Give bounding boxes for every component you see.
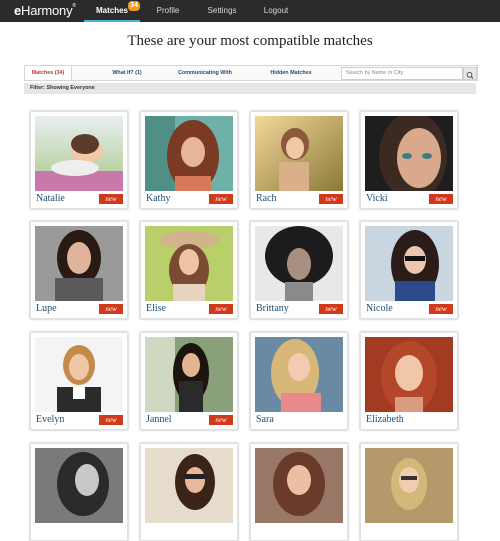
match-name[interactable]: Sara [256, 414, 274, 425]
tab-what-if[interactable]: What If? (1) [95, 66, 159, 80]
search-icon [466, 71, 474, 79]
profile-photo[interactable] [145, 226, 233, 301]
match-card[interactable]: Natalie new [30, 111, 128, 209]
new-badge: new [209, 415, 233, 425]
match-name[interactable]: Nicole [366, 303, 393, 314]
nav-logout[interactable]: Logout [254, 0, 298, 22]
match-name[interactable]: Rach [256, 193, 277, 204]
match-name[interactable]: Lupe [36, 303, 57, 314]
match-name[interactable]: Elise [146, 303, 166, 314]
search-button[interactable] [463, 67, 477, 80]
match-card[interactable]: Rach new [250, 111, 348, 209]
match-card[interactable]: Brittany new [250, 221, 348, 319]
match-card[interactable]: Vicki new [360, 111, 458, 209]
nav-profile[interactable]: Profile [146, 0, 190, 22]
new-badge: new [429, 194, 453, 204]
eharmony-logo[interactable]: eHarmony® [14, 3, 76, 18]
profile-photo[interactable] [365, 226, 453, 301]
match-card[interactable]: Sara [250, 332, 348, 430]
profile-photo[interactable] [35, 226, 123, 301]
profile-photo[interactable] [35, 448, 123, 523]
profile-photo[interactable] [145, 448, 233, 523]
new-badge: new [99, 304, 123, 314]
match-card[interactable]: Lupe new [30, 221, 128, 319]
match-card[interactable]: Evelyn new [30, 332, 128, 430]
tab-communicating-with[interactable]: Communicating With [165, 66, 245, 80]
match-name[interactable]: Jannel [146, 414, 172, 425]
profile-photo[interactable] [365, 337, 453, 412]
page-title: These are your most compatible matches [127, 33, 373, 49]
profile-photo[interactable] [255, 337, 343, 412]
match-name[interactable]: Vicki [366, 193, 388, 204]
profile-photo[interactable] [365, 448, 453, 523]
match-name[interactable]: Evelyn [36, 414, 64, 425]
matches-count-badge: 34 [128, 1, 140, 11]
match-card[interactable]: Kathy new [140, 111, 238, 209]
new-badge: new [209, 194, 233, 204]
profile-photo[interactable] [365, 116, 453, 191]
tab-hidden-matches[interactable]: Hidden Matches [257, 66, 325, 80]
profile-photo[interactable] [35, 337, 123, 412]
profile-photo[interactable] [145, 337, 233, 412]
profile-photo[interactable] [35, 116, 123, 191]
profile-photo[interactable] [255, 226, 343, 301]
match-name[interactable]: Natalie [36, 193, 65, 204]
new-badge: new [209, 304, 233, 314]
match-card[interactable]: Elizabeth [360, 332, 458, 430]
new-badge: new [429, 304, 453, 314]
new-badge: new [319, 194, 343, 204]
new-badge: new [319, 304, 343, 314]
match-card[interactable]: Elise new [140, 221, 238, 319]
match-card[interactable]: Jannel new [140, 332, 238, 430]
match-name[interactable]: Kathy [146, 193, 170, 204]
search-input[interactable]: Search by Name or City [341, 67, 463, 80]
profile-photo[interactable] [255, 116, 343, 191]
profile-photo[interactable] [145, 116, 233, 191]
new-badge: new [99, 415, 123, 425]
match-card[interactable] [250, 443, 348, 541]
top-nav-bar: eHarmony® Matches 34 Profile Settings Lo… [0, 0, 500, 22]
profile-photo[interactable] [255, 448, 343, 523]
match-tabs: Matches (34) What If? (1) Communicating … [24, 65, 478, 81]
match-card[interactable]: Nicole new [360, 221, 458, 319]
match-card[interactable] [30, 443, 128, 541]
nav-settings[interactable]: Settings [200, 0, 244, 22]
match-card[interactable] [140, 443, 238, 541]
match-name[interactable]: Elizabeth [366, 414, 404, 425]
match-name[interactable]: Brittany [256, 303, 289, 314]
tab-matches[interactable]: Matches (34) [25, 66, 72, 80]
match-card[interactable] [360, 443, 458, 541]
filter-bar: Filter: Showing Everyone [24, 83, 476, 94]
new-badge: new [99, 194, 123, 204]
